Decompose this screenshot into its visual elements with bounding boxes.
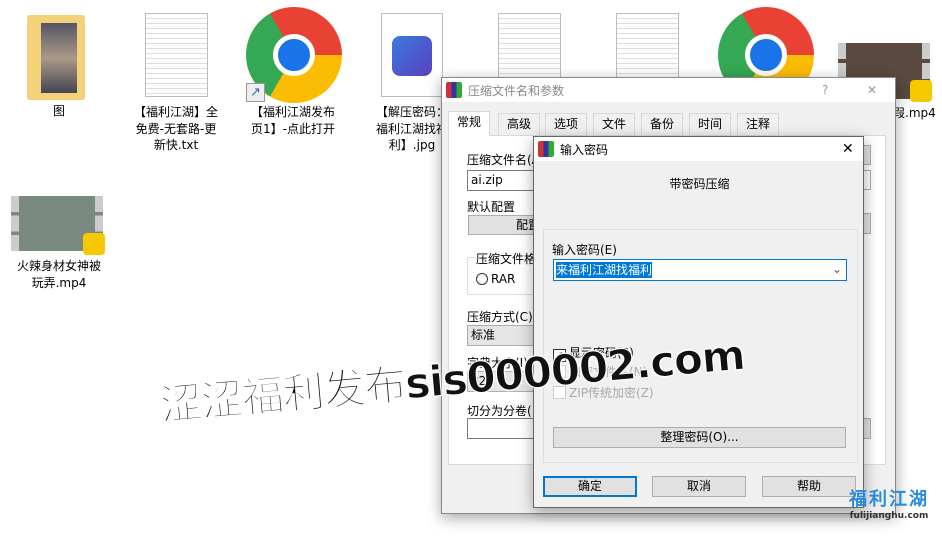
logo-url: fulijianghu.com bbox=[849, 511, 929, 521]
tab-time[interactable]: 时间 bbox=[689, 113, 732, 135]
help-button[interactable]: ? bbox=[822, 83, 828, 97]
ok-button[interactable]: 确定 bbox=[543, 476, 637, 497]
method-label: 压缩方式(C) bbox=[467, 310, 533, 324]
close-button[interactable]: ✕ bbox=[867, 83, 877, 97]
dialog-title: 压缩文件名和参数 bbox=[468, 83, 565, 98]
tab-backup[interactable]: 备份 bbox=[641, 113, 684, 135]
dialog-heading: 带密码压缩 bbox=[669, 177, 730, 191]
title-bar[interactable]: 压缩文件名和参数 ? ✕ bbox=[442, 78, 895, 102]
dialog-title: 输入密码 bbox=[560, 142, 609, 157]
cancel-button[interactable]: 取消 bbox=[652, 476, 746, 497]
password-value: 来福利江湖找福利 bbox=[556, 262, 653, 278]
label-line: 页1】-点此打开 bbox=[251, 121, 335, 136]
label-line: 【福利江湖】全 bbox=[133, 105, 218, 119]
tab-options[interactable]: 选项 bbox=[545, 113, 588, 135]
label-line: 火辣身材女神被 bbox=[16, 259, 101, 273]
close-button[interactable]: ✕ bbox=[842, 141, 854, 157]
player-badge-icon bbox=[83, 233, 105, 255]
chrome-shortcut-label[interactable]: 【福利江湖发布 页1】-点此打开 bbox=[243, 104, 343, 137]
default-profile-label: 默认配置 bbox=[467, 200, 516, 214]
label-line: 玩弄.mp4 bbox=[31, 275, 87, 290]
logo-text: 福利江湖 bbox=[849, 489, 929, 510]
help-button[interactable]: 帮助 bbox=[762, 476, 856, 497]
text-file-icon[interactable] bbox=[145, 13, 208, 97]
tab-advanced[interactable]: 高级 bbox=[498, 113, 541, 135]
player-badge-icon bbox=[910, 80, 932, 102]
label-line: 免费-无套路-更 bbox=[135, 121, 217, 136]
radio-icon bbox=[476, 273, 488, 285]
folder-icon[interactable] bbox=[27, 15, 85, 100]
tab-comment[interactable]: 注释 bbox=[737, 113, 780, 135]
tab-files[interactable]: 文件 bbox=[593, 113, 636, 135]
password-label: 输入密码(E) bbox=[552, 243, 617, 257]
password-input[interactable]: 来福利江湖找福利 ⌄ bbox=[553, 259, 847, 281]
organize-passwords-button[interactable]: 整理密码(O)... bbox=[553, 427, 846, 448]
chevron-down-icon[interactable]: ⌄ bbox=[832, 260, 842, 278]
image-file-icon[interactable] bbox=[381, 13, 443, 97]
winrar-icon bbox=[538, 141, 554, 157]
folder-label[interactable]: 图 bbox=[9, 103, 109, 120]
archive-name-label: 压缩文件名(A bbox=[467, 153, 540, 167]
format-group-label: 压缩文件格 bbox=[474, 250, 539, 267]
winrar-icon bbox=[446, 82, 462, 98]
rar-label: RAR bbox=[491, 272, 516, 286]
rar-radio[interactable]: RAR bbox=[476, 272, 515, 286]
tab-general[interactable]: 常规 bbox=[448, 111, 491, 136]
txt-label[interactable]: 【福利江湖】全 免费-无套路-更 新快.txt bbox=[126, 104, 226, 154]
video-label[interactable]: 火辣身材女神被 玩弄.mp4 bbox=[9, 258, 109, 291]
title-bar[interactable]: 输入密码 ✕ bbox=[534, 137, 863, 161]
password-dialog: 输入密码 ✕ 带密码压缩 输入密码(E) 来福利江湖找福利 ⌄ ✓ 显示密码(S)… bbox=[533, 136, 864, 508]
label-line: 新快.txt bbox=[153, 138, 199, 152]
watermark-logo: 福利江湖 fulijianghu.com bbox=[843, 490, 935, 522]
video-label[interactable]: 叚.mp4 bbox=[893, 104, 936, 121]
label-line: 【福利江湖发布 bbox=[250, 105, 335, 119]
shortcut-arrow-icon: ↗ bbox=[246, 83, 265, 102]
